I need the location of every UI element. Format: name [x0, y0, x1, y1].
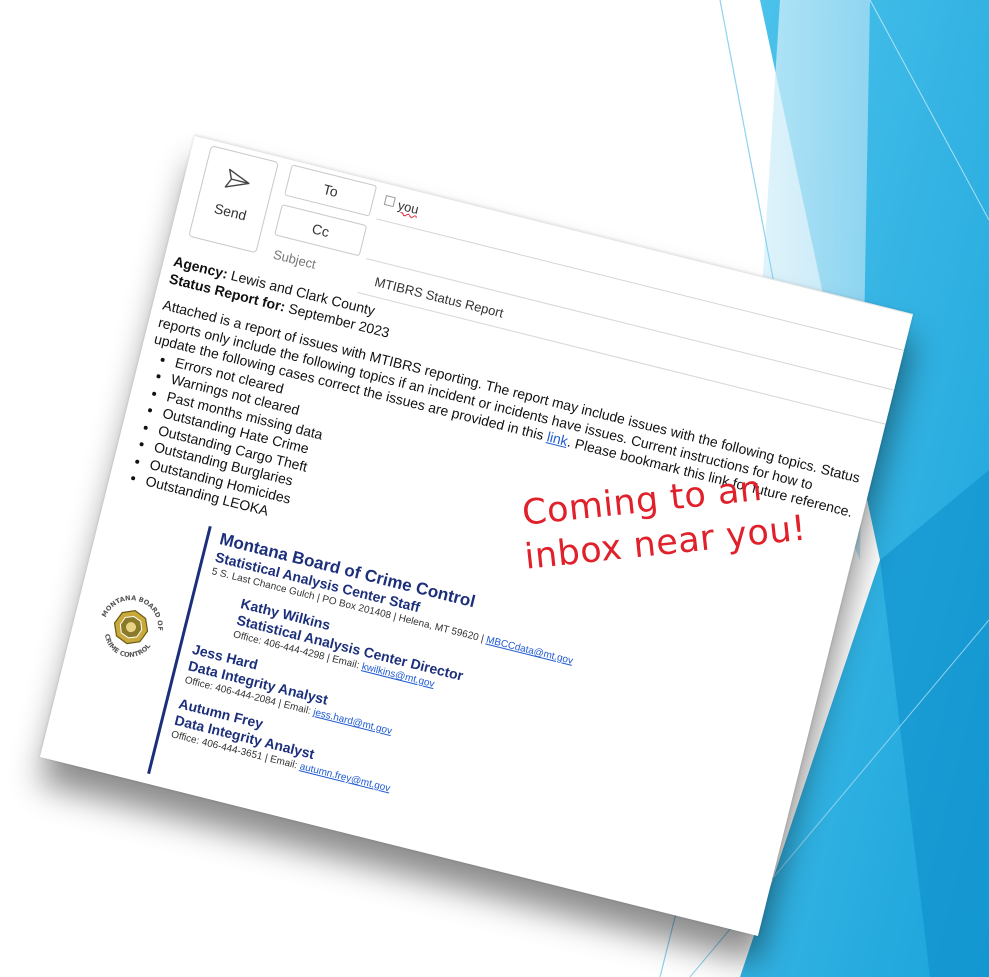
recipient-checkbox[interactable] — [383, 195, 396, 208]
send-button[interactable]: Send — [188, 145, 279, 254]
subject-label: Subject — [271, 246, 318, 272]
slide: Send To Cc you Subject MTIBRS Status Rep… — [0, 0, 989, 977]
recipient-chip[interactable]: you — [396, 197, 420, 217]
send-icon — [224, 168, 250, 188]
to-field[interactable]: you — [383, 194, 420, 217]
board-seal-logo: MONTANA BOARD OF CRIME CONTROL — [99, 587, 171, 665]
send-label: Send — [212, 200, 249, 224]
